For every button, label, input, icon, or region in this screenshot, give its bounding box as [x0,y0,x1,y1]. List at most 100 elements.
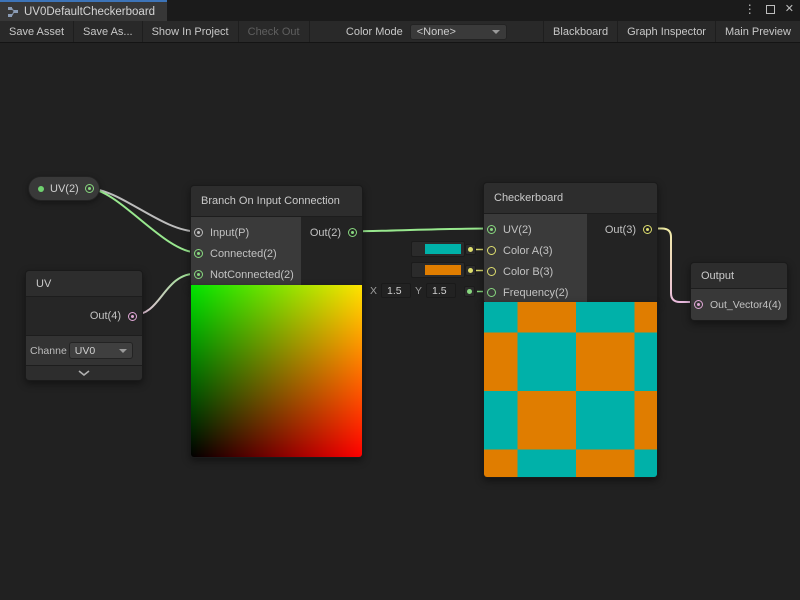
port-label-color-b: Color B(3) [503,266,553,278]
color-a-swatch[interactable] [411,241,465,257]
tab-uv0defaultcheckerboard[interactable]: UV0DefaultCheckerboard [0,0,167,21]
check-out-button: Check Out [239,21,310,42]
checkerboard-input-panel: UV(2) Color A(3) Color B(3) Frequency(2) [484,214,587,303]
color-b-fill [425,265,461,275]
checkerboard-port-row-color-b: Color B(3) [484,261,587,282]
port-out-vector4[interactable] [694,300,703,309]
kebab-menu-icon[interactable]: ⋮ [744,3,756,15]
property-dot-icon [38,186,44,192]
branch-input-panel: Input(P) Connected(2) NotConnected(2) [191,217,301,286]
color-a-fill [425,244,461,254]
uv-node-header[interactable]: UV [26,271,142,297]
branch-node-body: Input(P) Connected(2) NotConnected(2) Ou… [191,217,362,286]
branch-port-row-input: Input(P) [191,222,301,243]
output-node-header[interactable]: Output [691,263,787,289]
window-controls: ⋮ ✕ [744,3,794,15]
node-uv-property[interactable]: UV(2) [28,176,100,201]
branch-port-row-connected: Connected(2) [191,243,301,264]
port-uv-property-out[interactable] [85,184,94,193]
edge-uv-to-connected [88,189,197,253]
port-label-out-vector4: Out_Vector4(4) [710,299,781,311]
frequency-x-input[interactable]: 1.5 [381,283,411,298]
toolbar-spacer-left [310,21,342,42]
frequency-y-label: Y [415,285,422,297]
show-in-project-button[interactable]: Show In Project [143,21,239,42]
color-a-connector [465,244,476,255]
toolbar-right-group: Blackboard Graph Inspector Main Preview [543,21,800,42]
output-port-row: Out_Vector4(4) [691,289,787,320]
checkerboard-port-row-color-a: Color A(3) [484,240,587,261]
close-icon[interactable]: ✕ [785,4,794,15]
color-mode-label: Color Mode [346,26,403,38]
branch-node-header[interactable]: Branch On Input Connection [191,186,362,217]
uv-preview-toggle[interactable] [26,365,142,380]
toolbar: Save Asset Save As... Show In Project Ch… [0,21,800,43]
port-checker-out[interactable] [643,225,652,234]
toolbar-spacer-right [511,21,543,42]
channel-dropdown[interactable]: UV0 [69,342,133,359]
uv-node-out-row: Out(4) [26,297,142,335]
port-checker-uv[interactable] [487,225,496,234]
checkerboard-output-panel: Out(3) [587,214,657,303]
color-mode-group: Color Mode <None> [342,21,511,42]
port-connected[interactable] [194,249,203,258]
branch-port-row-out: Out(2) [301,222,362,243]
frequency-x-label: X [370,285,377,297]
graph-inspector-button[interactable]: Graph Inspector [617,21,715,42]
chevron-down-icon [492,30,500,34]
channel-label: Channe [30,345,67,357]
frequency-connector [464,286,475,297]
port-frequency[interactable] [487,288,496,297]
maximize-icon[interactable] [766,5,775,14]
frequency-connector-dot [467,289,472,294]
port-color-b[interactable] [487,267,496,276]
node-branch-on-input-connection[interactable]: Branch On Input Connection Input(P) Conn… [190,185,363,287]
port-branch-out[interactable] [348,228,357,237]
branch-node-preview [190,285,363,458]
color-b-swatch[interactable] [411,262,465,278]
collapse-chevron-icon [78,370,90,376]
tab-bar: UV0DefaultCheckerboard ⋮ ✕ [0,0,800,21]
port-label-connected: Connected(2) [210,248,277,260]
checkerboard-node-header[interactable]: Checkerboard [484,183,657,214]
property-label: UV(2) [50,183,79,195]
port-label-out3: Out(3) [605,224,636,236]
node-checkerboard[interactable]: Checkerboard UV(2) Color A(3) Color B(3) [483,182,658,304]
checkerboard-port-row-uv: UV(2) [484,219,587,240]
port-notconnected[interactable] [194,270,203,279]
node-output[interactable]: Output Out_Vector4(4) [690,262,788,321]
color-mode-value: <None> [417,26,456,38]
save-as-button[interactable]: Save As... [74,21,143,42]
graph-canvas[interactable]: UV(2) Branch On Input Connection Input(P… [0,43,800,600]
uv-node-title: UV [36,278,51,290]
port-input-p[interactable] [194,228,203,237]
port-label-out4: Out(4) [90,310,121,322]
checkerboard-node-title: Checkerboard [494,192,563,204]
main-preview-button[interactable]: Main Preview [715,21,800,42]
branch-output-panel: Out(2) [301,217,362,286]
checkerboard-port-row-frequency: Frequency(2) [484,282,587,303]
edge-uv-to-input [88,189,197,232]
port-label-notconnected: NotConnected(2) [210,269,294,281]
node-uv[interactable]: UV Out(4) Channe UV0 [25,270,143,381]
port-color-a[interactable] [487,246,496,255]
port-label-checker-uv: UV(2) [503,224,532,236]
branch-node-title: Branch On Input Connection [201,195,340,207]
port-uv-out4[interactable] [128,312,137,321]
port-label-out2: Out(2) [310,227,341,239]
blackboard-button[interactable]: Blackboard [543,21,617,42]
color-a-connector-dot [468,247,473,252]
port-label-frequency: Frequency(2) [503,287,568,299]
frequency-y-input[interactable]: 1.5 [426,283,456,298]
color-b-connector-dot [468,268,473,273]
color-mode-dropdown[interactable]: <None> [410,24,507,40]
tab-title: UV0DefaultCheckerboard [24,6,155,18]
output-node-title: Output [701,270,734,282]
branch-port-row-notconnected: NotConnected(2) [191,264,301,285]
save-asset-button[interactable]: Save Asset [0,21,74,42]
frequency-fields: X 1.5 Y 1.5 [370,283,456,298]
edge-branch-to-checkerboard [352,229,491,232]
uv-channel-row: Channe UV0 [26,335,142,365]
chevron-down-icon [119,349,127,353]
shader-graph-icon [7,6,19,18]
